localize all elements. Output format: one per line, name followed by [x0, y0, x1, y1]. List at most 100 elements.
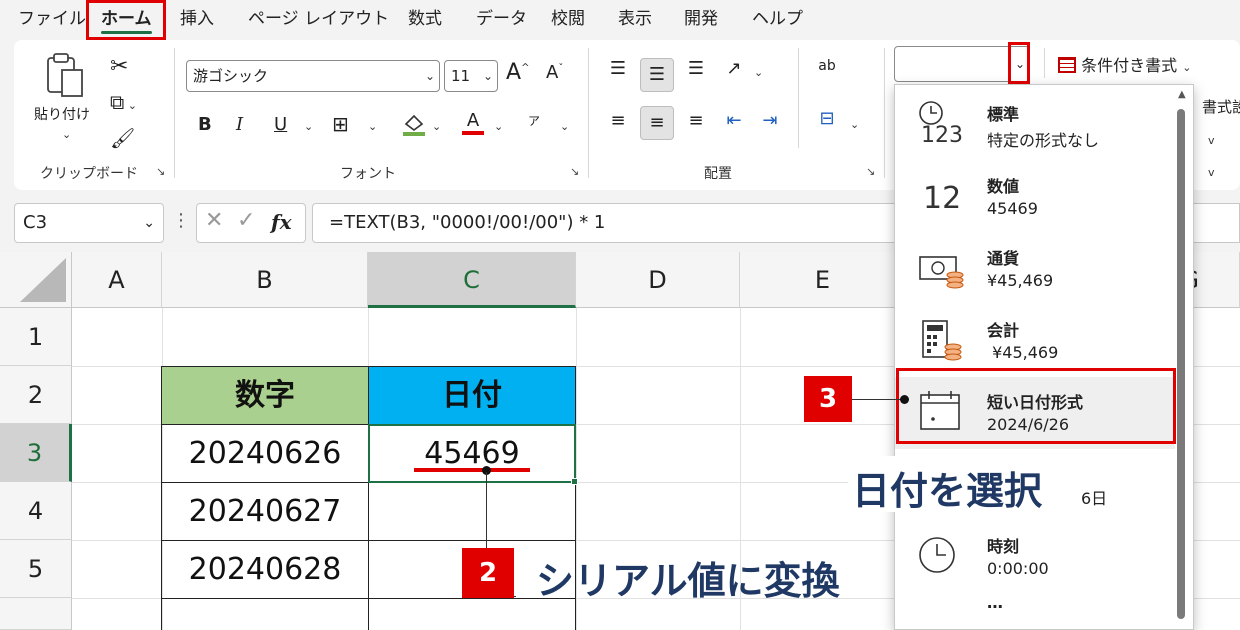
- clock-123-icon: 123: [917, 99, 967, 149]
- calculator-icon: [917, 315, 967, 365]
- format-name: 数値: [987, 177, 1020, 196]
- column-header-d[interactable]: D: [576, 252, 740, 308]
- menu-view[interactable]: 表示: [618, 0, 652, 38]
- font-color-caret[interactable]: ⌄: [494, 120, 503, 133]
- underline-button[interactable]: U: [274, 114, 287, 135]
- align-left-icon[interactable]: ≡: [604, 110, 632, 131]
- format-as-table-partial[interactable]: 書式設: [1202, 96, 1240, 117]
- align-center-icon[interactable]: ≡: [640, 106, 674, 140]
- align-top-icon[interactable]: ☰: [604, 58, 632, 79]
- merge-caret[interactable]: ⌄: [850, 118, 859, 131]
- styles-caret[interactable]: v: [1208, 166, 1215, 179]
- cell-b4[interactable]: 20240627: [161, 482, 369, 541]
- fill-color-caret[interactable]: ⌄: [432, 120, 441, 133]
- separator: [798, 48, 799, 148]
- row-header-3[interactable]: 3: [0, 424, 72, 482]
- enter-icon[interactable]: ✓: [237, 208, 255, 233]
- menu-formulas[interactable]: 数式: [408, 0, 442, 38]
- menu-file[interactable]: ファイル: [18, 0, 86, 38]
- format-option-time[interactable]: 時刻 0:00:00: [895, 521, 1175, 593]
- cell-c3-selected[interactable]: 45469: [368, 424, 576, 483]
- currency-icon: [917, 243, 967, 293]
- row-header-6[interactable]: [0, 598, 72, 630]
- format-option-accounting[interactable]: 会計 ¥45,469: [895, 305, 1175, 377]
- format-option-general[interactable]: 123 標準 特定の形式なし: [895, 89, 1175, 161]
- column-header-b[interactable]: B: [162, 252, 368, 308]
- callout-select-date: 日付を選択: [852, 469, 1043, 513]
- align-bottom-icon[interactable]: ☰: [682, 58, 710, 79]
- insert-function-icon[interactable]: fx: [271, 210, 292, 234]
- cancel-icon[interactable]: ✕: [205, 208, 223, 233]
- menu-data[interactable]: データ: [476, 0, 527, 38]
- cell-b2-header[interactable]: 数字: [161, 366, 369, 425]
- cell-b5[interactable]: 20240628: [161, 540, 369, 599]
- paste-dropdown-caret[interactable]: ⌄: [62, 128, 71, 141]
- orientation-caret[interactable]: ⌄: [754, 66, 763, 79]
- format-option-long-date-partial[interactable]: 6日: [1081, 485, 1107, 509]
- separator: [1044, 48, 1045, 78]
- underline-caret[interactable]: ⌄: [304, 120, 313, 133]
- dropdown-scrollbar[interactable]: ▲: [1175, 85, 1191, 629]
- row-header-5[interactable]: 5: [0, 540, 72, 598]
- phonetic-caret[interactable]: ⌄: [560, 120, 569, 133]
- increase-indent-icon[interactable]: ⇥: [756, 110, 784, 131]
- format-example: 特定の形式なし: [987, 131, 1100, 150]
- separator: [884, 48, 885, 178]
- row-header-2[interactable]: 2: [0, 366, 72, 424]
- cell-b3[interactable]: 20240626: [161, 424, 369, 483]
- column-header-c[interactable]: C: [368, 252, 576, 308]
- fill-handle[interactable]: [571, 478, 578, 485]
- menu-insert[interactable]: 挿入: [180, 0, 214, 38]
- format-painter-icon[interactable]: 🖌: [110, 126, 135, 150]
- number-12-icon: 12: [923, 181, 962, 216]
- shrink-font-button[interactable]: Aˇ: [546, 62, 563, 83]
- fill-color-icon[interactable]: [400, 110, 428, 138]
- cell-c2-header[interactable]: 日付: [368, 366, 576, 425]
- scroll-up-icon[interactable]: ▲: [1178, 89, 1186, 100]
- alignment-group-label: 配置: [704, 166, 732, 182]
- align-right-icon[interactable]: ≡: [682, 110, 710, 131]
- merge-center-icon[interactable]: ⊟: [812, 108, 842, 129]
- font-launcher-icon[interactable]: ↘: [570, 166, 582, 178]
- cut-icon[interactable]: ✂: [110, 54, 128, 79]
- menu-review[interactable]: 校閲: [551, 0, 585, 38]
- clipboard-launcher-icon[interactable]: ↘: [156, 166, 168, 178]
- format-option-currency[interactable]: 通貨 ¥45,469: [895, 233, 1175, 305]
- paste-button[interactable]: [44, 52, 88, 102]
- cell-c4[interactable]: [368, 482, 576, 541]
- cell-b6[interactable]: [161, 598, 369, 630]
- wrap-text-icon[interactable]: ab: [810, 58, 844, 74]
- font-name-combo[interactable]: 游ゴシック ⌄: [186, 60, 440, 92]
- conditional-format-icon: [1058, 57, 1076, 73]
- menu-help[interactable]: ヘルプ: [752, 0, 803, 38]
- select-all-corner[interactable]: [0, 252, 72, 308]
- menu-developer[interactable]: 開発: [684, 0, 718, 38]
- align-middle-icon[interactable]: ☰: [640, 58, 674, 92]
- format-example: 45469: [987, 199, 1038, 218]
- italic-button[interactable]: I: [236, 114, 243, 135]
- more-options-icon[interactable]: ⋮: [172, 210, 190, 231]
- borders-caret[interactable]: ⌄: [368, 120, 377, 133]
- menu-page-layout[interactable]: ページ レイアウト: [248, 0, 389, 38]
- paste-label: 貼り付け: [34, 107, 90, 123]
- bold-button[interactable]: B: [198, 114, 212, 135]
- column-header-e[interactable]: E: [740, 252, 906, 308]
- copy-icon[interactable]: ⧉ ⌄: [110, 90, 137, 114]
- conditional-format-button[interactable]: 条件付き書式 ⌄: [1058, 52, 1191, 76]
- font-color-icon[interactable]: A: [462, 110, 484, 135]
- cell-styles-caret[interactable]: v: [1208, 134, 1215, 147]
- grow-font-button[interactable]: A^: [506, 60, 529, 85]
- decrease-indent-icon[interactable]: ⇤: [720, 110, 748, 131]
- phonetic-icon[interactable]: ア: [528, 112, 540, 129]
- row-header-4[interactable]: 4: [0, 482, 72, 540]
- row-header-1[interactable]: 1: [0, 308, 72, 366]
- font-size-combo[interactable]: 11 ⌄: [444, 60, 498, 92]
- alignment-launcher-icon[interactable]: ↘: [866, 166, 878, 178]
- scrollbar-thumb[interactable]: [1177, 109, 1185, 619]
- orientation-icon[interactable]: ↗: [720, 58, 748, 79]
- borders-icon[interactable]: ⊞: [332, 112, 349, 136]
- format-option-number[interactable]: 12 数値 45469: [895, 161, 1175, 233]
- name-box[interactable]: C3 ⌄: [14, 203, 164, 243]
- format-option-percent-partial[interactable]: ⋯: [987, 597, 1003, 616]
- column-header-a[interactable]: A: [72, 252, 162, 308]
